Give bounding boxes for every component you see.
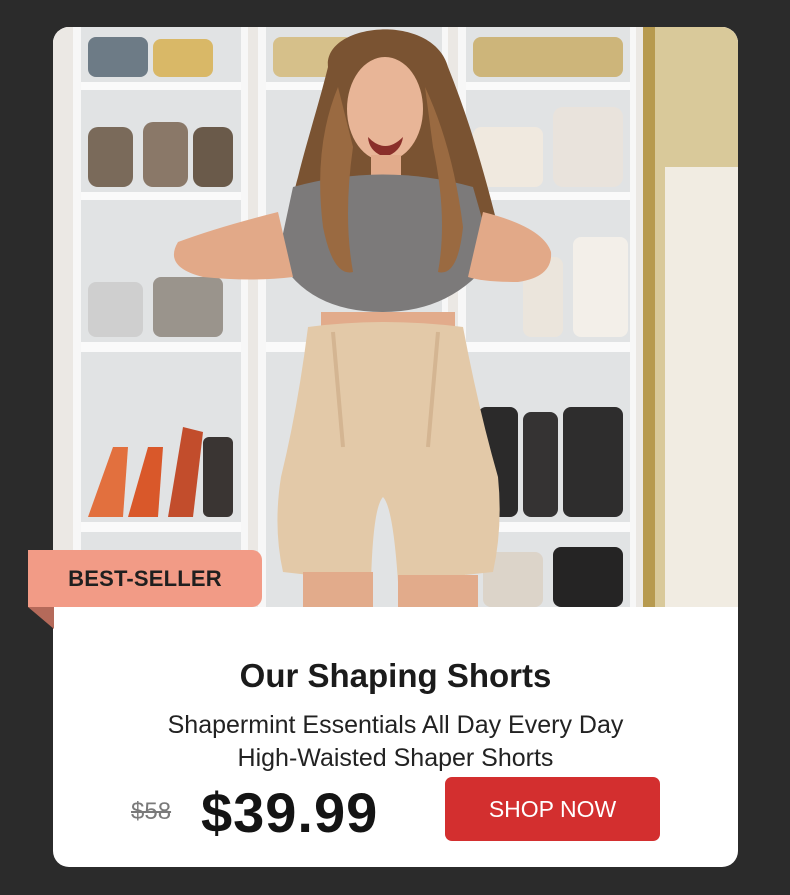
product-title: Our Shaping Shorts (239, 657, 552, 694)
product-info: Our Shaping Shorts Shapermint Essentials… (53, 607, 738, 867)
sale-price: $39.99 (201, 781, 379, 844)
best-seller-badge: BEST-SELLER (28, 550, 262, 629)
original-price: $58 (131, 798, 172, 825)
shop-now-button[interactable]: SHOP NOW (445, 777, 660, 841)
product-subtitle-line1: Shapermint Essentials All Day Every Day (167, 711, 624, 739)
badge-ribbon: BEST-SELLER (28, 550, 262, 607)
product-card[interactable]: Our Shaping Shorts Shapermint Essentials… (53, 27, 738, 867)
product-photo[interactable] (53, 27, 738, 607)
product-subtitle-line2: High-Waisted Shaper Shorts (237, 744, 554, 772)
product-subtitle: Shapermint Essentials All Day Every Day … (53, 709, 738, 775)
badge-label: BEST-SELLER (68, 565, 222, 591)
ribbon-fold (28, 607, 54, 629)
model-wearing-shorts-image (53, 27, 738, 607)
